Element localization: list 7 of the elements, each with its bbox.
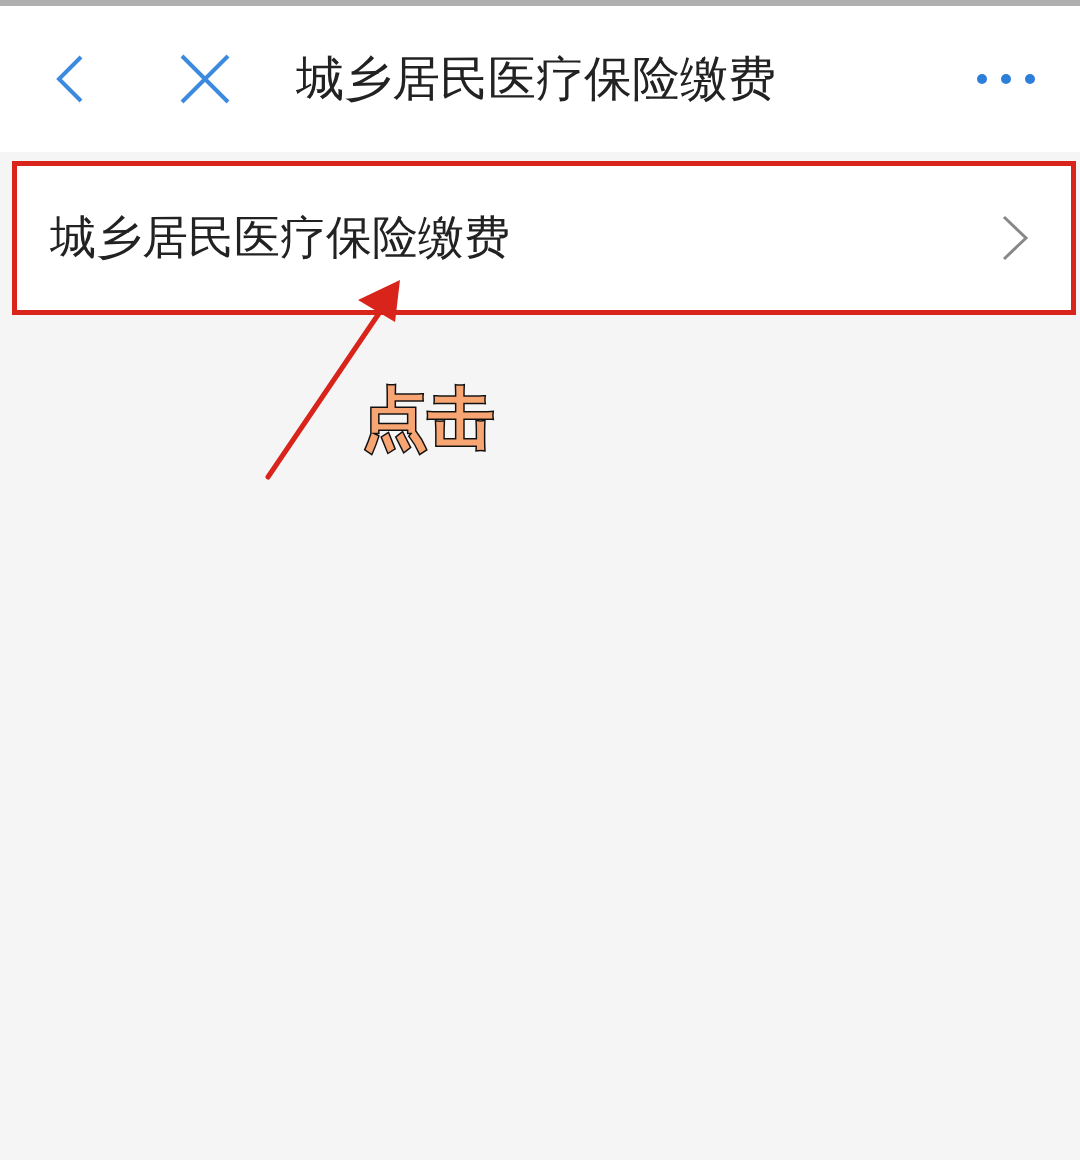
list-item[interactable]: 城乡居民医疗保险缴费 (17, 166, 1071, 310)
page-title: 城乡居民医疗保险缴费 (296, 49, 776, 108)
back-icon[interactable] (55, 54, 85, 104)
tap-hint-label: 点击 (362, 379, 494, 459)
close-icon[interactable] (180, 54, 230, 104)
chevron-icon (1001, 215, 1029, 261)
more-icon[interactable] (976, 73, 1036, 85)
